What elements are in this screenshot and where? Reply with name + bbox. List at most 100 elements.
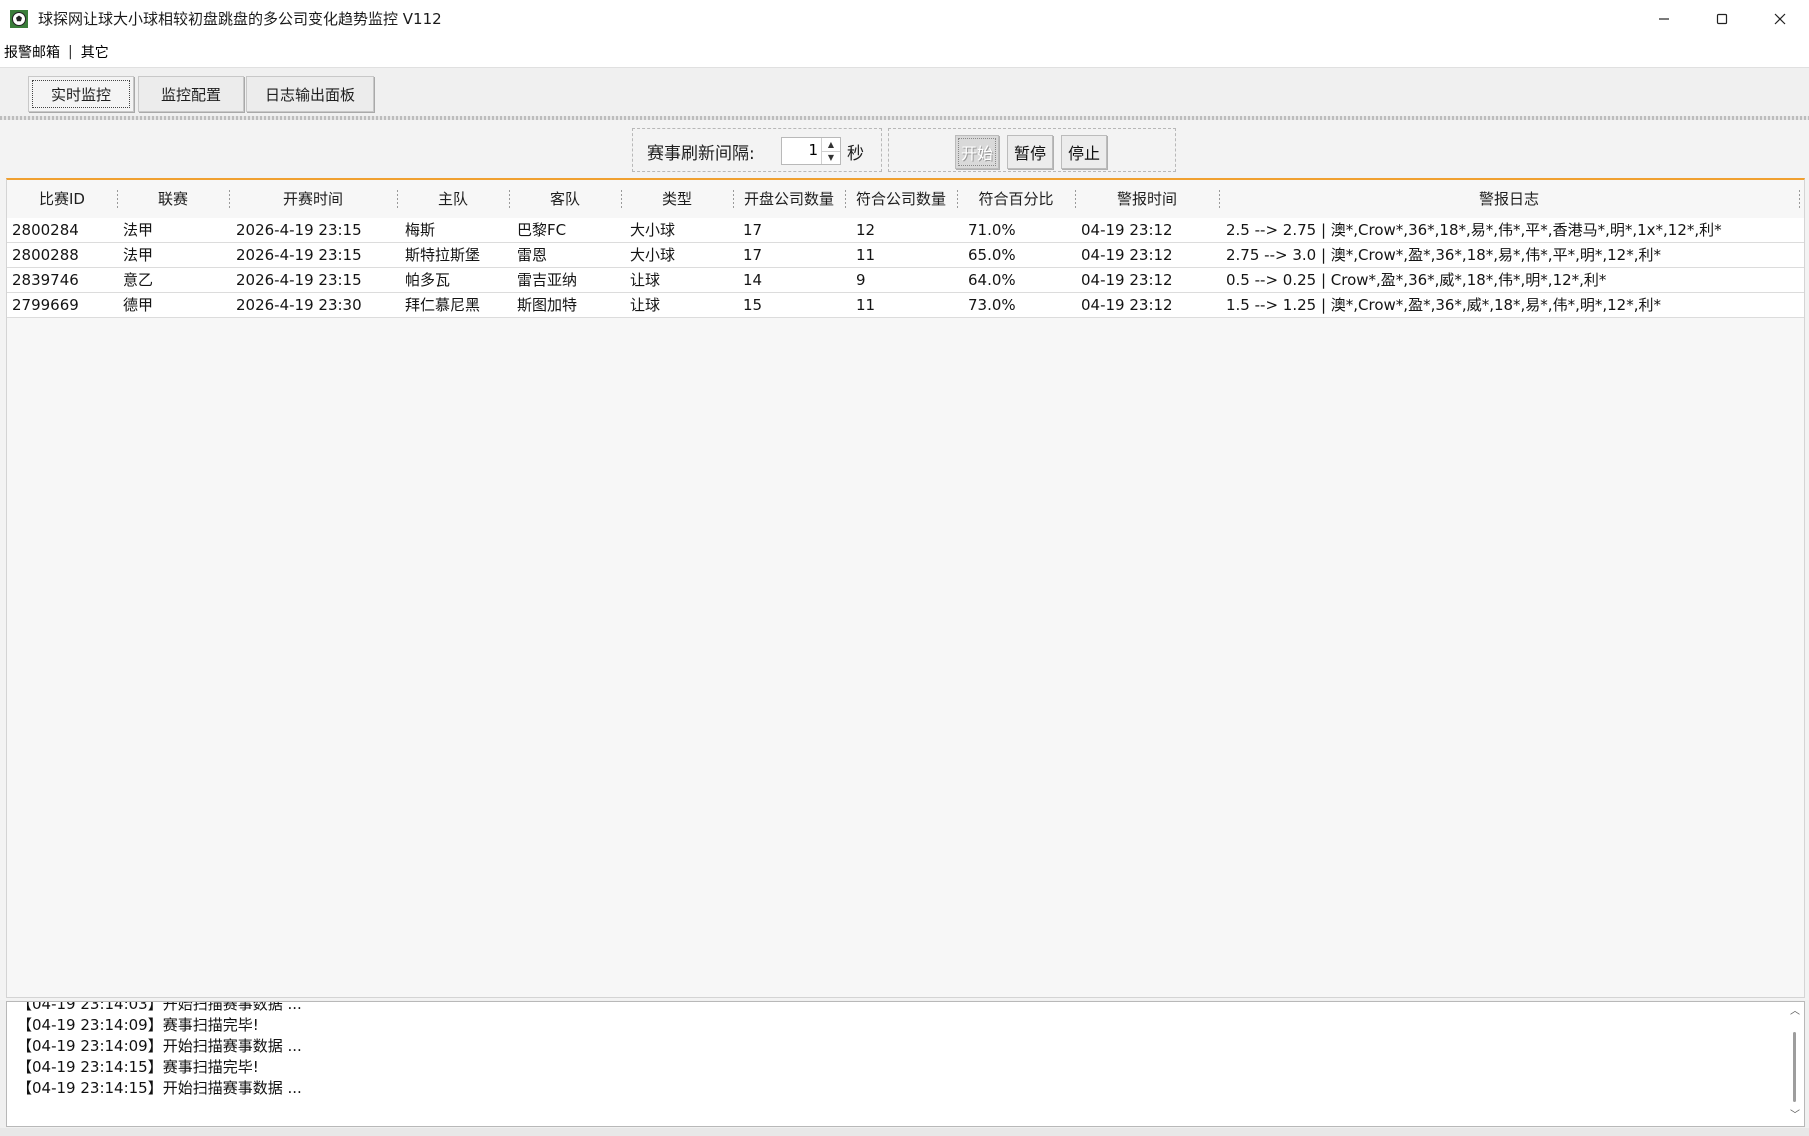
cell-kickoff-time: 2026-4-19 23:15: [236, 271, 362, 289]
cell-alert-time: 04-19 23:12: [1081, 296, 1173, 314]
pause-button[interactable]: 暂停: [1007, 135, 1053, 169]
col-header-type[interactable]: 类型: [621, 180, 733, 218]
close-icon: [1774, 13, 1786, 24]
refresh-interval-value[interactable]: 1: [808, 141, 818, 159]
pause-button-label: 暂停: [1013, 144, 1046, 163]
col-header-matched-companies[interactable]: 符合公司数量: [845, 180, 957, 218]
tab-log-panel[interactable]: 日志输出面板: [246, 76, 374, 112]
tab-label: 监控配置: [160, 85, 221, 104]
cell-type: 让球: [630, 296, 661, 314]
menu-bar: 报警邮箱 | 其它: [0, 37, 1809, 68]
scroll-down-icon[interactable]: ﹀: [1789, 1110, 1801, 1122]
cell-open-companies: 14: [743, 271, 763, 289]
cell-match-percent: 64.0%: [968, 271, 1016, 289]
refresh-unit-label: 秒: [847, 144, 864, 164]
menu-separator: |: [68, 44, 73, 60]
menu-other[interactable]: 其它: [77, 42, 113, 62]
maximize-button[interactable]: [1693, 0, 1751, 37]
cell-match-id: 2800284: [12, 221, 79, 239]
tab-realtime-monitor[interactable]: 实时监控: [28, 76, 134, 112]
window-bottom-edge: [0, 1128, 1809, 1136]
cell-alert-time: 04-19 23:12: [1081, 221, 1173, 239]
stepper-arrows: ▲ ▼: [821, 138, 840, 164]
column-divider: [1799, 190, 1800, 210]
cell-open-companies: 17: [743, 221, 763, 239]
cell-home-team: 斯特拉斯堡: [405, 246, 481, 264]
chevron-up-icon[interactable]: ▲: [822, 138, 840, 152]
cell-open-companies: 17: [743, 246, 763, 264]
cell-matched-companies: 9: [856, 271, 866, 289]
col-header-alert-time[interactable]: 警报时间: [1075, 180, 1219, 218]
stop-button-label: 停止: [1067, 144, 1100, 163]
col-header-alert-log[interactable]: 警报日志: [1219, 180, 1799, 218]
stop-button[interactable]: 停止: [1061, 135, 1107, 169]
cell-alert-log: 0.5 --> 0.25 | Crow*,盈*,36*,威*,18*,伟*,明*…: [1226, 271, 1607, 289]
tab-label: 日志输出面板: [264, 85, 355, 104]
scroll-thumb[interactable]: [1793, 1032, 1796, 1102]
log-line: 【04-19 23:14:15】开始扫描赛事数据 ...: [17, 1079, 302, 1097]
cell-league: 法甲: [123, 246, 154, 264]
log-line: 【04-19 23:14:09】赛事扫描完毕!: [17, 1016, 259, 1034]
minimize-icon: [1659, 17, 1669, 20]
cell-matched-companies: 11: [856, 246, 876, 264]
cell-alert-time: 04-19 23:12: [1081, 246, 1173, 264]
soccer-ball-icon: [10, 9, 28, 28]
maximize-icon: [1716, 13, 1728, 24]
cell-type: 大小球: [630, 246, 676, 264]
cell-match-id: 2800288: [12, 246, 79, 264]
cell-matched-companies: 12: [856, 221, 876, 239]
cell-league: 德甲: [123, 296, 154, 314]
col-header-league[interactable]: 联赛: [117, 180, 229, 218]
close-button[interactable]: [1751, 0, 1809, 37]
cell-alert-log: 2.5 --> 2.75 | 澳*,Crow*,36*,18*,易*,伟*,平*…: [1226, 221, 1722, 239]
cell-away-team: 斯图加特: [517, 296, 578, 314]
col-header-match-percent[interactable]: 符合百分比: [957, 180, 1075, 218]
col-header-away-team[interactable]: 客队: [509, 180, 621, 218]
minimize-button[interactable]: [1635, 0, 1693, 37]
chevron-down-icon[interactable]: ▼: [822, 151, 840, 164]
col-header-home-team[interactable]: 主队: [397, 180, 509, 218]
cell-home-team: 帕多瓦: [405, 271, 451, 289]
cell-match-percent: 71.0%: [968, 221, 1016, 239]
table-row[interactable]: 2800288 法甲 2026-4-19 23:15 斯特拉斯堡 雷恩 大小球 …: [7, 243, 1804, 268]
action-buttons-group: 开始 暂停 停止: [888, 128, 1176, 172]
refresh-interval-label: 赛事刷新间隔:: [647, 144, 755, 164]
window-title: 球探网让球大小球相较初盘跳盘的多公司变化趋势监控 V112: [38, 10, 442, 28]
menu-alert-email[interactable]: 报警邮箱: [0, 42, 64, 62]
col-header-open-companies[interactable]: 开盘公司数量: [733, 180, 845, 218]
tab-monitor-config[interactable]: 监控配置: [138, 76, 244, 112]
cell-away-team: 巴黎FC: [517, 221, 567, 239]
start-button[interactable]: 开始: [955, 135, 999, 169]
cell-league: 意乙: [123, 271, 154, 289]
log-line-partial: 【04-19 23:14:03】开始扫描赛事数据 ...: [17, 1001, 302, 1013]
log-line: 【04-19 23:14:15】赛事扫描完毕!: [17, 1058, 259, 1076]
focus-ring: [32, 80, 130, 108]
cell-away-team: 雷恩: [517, 246, 548, 264]
cell-alert-log: 1.5 --> 1.25 | 澳*,Crow*,盈*,36*,威*,18*,易*…: [1226, 296, 1661, 314]
alert-table[interactable]: 比赛ID 联赛 开赛时间 主队 客队 类型 开盘公司数量 符合公司数量 符合百分…: [6, 178, 1805, 998]
cell-match-id: 2839746: [12, 271, 79, 289]
scroll-up-icon[interactable]: ︿: [1789, 1006, 1801, 1018]
focus-ring: [958, 138, 996, 166]
cell-matched-companies: 11: [856, 296, 876, 314]
cell-away-team: 雷吉亚纳: [517, 271, 578, 289]
refresh-interval-stepper[interactable]: 1 ▲ ▼: [781, 137, 841, 165]
cell-match-percent: 65.0%: [968, 246, 1016, 264]
cell-match-id: 2799669: [12, 296, 79, 314]
cell-league: 法甲: [123, 221, 154, 239]
table-header: 比赛ID 联赛 开赛时间 主队 客队 类型 开盘公司数量 符合公司数量 符合百分…: [7, 180, 1804, 219]
col-header-match-id[interactable]: 比赛ID: [7, 180, 117, 218]
cell-type: 让球: [630, 271, 661, 289]
refresh-interval-group: 赛事刷新间隔: 1 ▲ ▼ 秒: [632, 128, 882, 172]
cell-alert-log: 2.75 --> 3.0 | 澳*,Crow*,盈*,36*,18*,易*,伟*…: [1226, 246, 1661, 264]
log-output[interactable]: 【04-19 23:14:03】开始扫描赛事数据 ... 【04-19 23:1…: [6, 1001, 1805, 1127]
title-bar: 球探网让球大小球相较初盘跳盘的多公司变化趋势监控 V112: [0, 0, 1809, 37]
table-row[interactable]: 2799669 德甲 2026-4-19 23:30 拜仁慕尼黑 斯图加特 让球…: [7, 293, 1804, 318]
log-scrollbar[interactable]: ︿ ﹀: [1786, 1002, 1804, 1126]
table-row[interactable]: 2839746 意乙 2026-4-19 23:15 帕多瓦 雷吉亚纳 让球 1…: [7, 268, 1804, 293]
cell-match-percent: 73.0%: [968, 296, 1016, 314]
cell-kickoff-time: 2026-4-19 23:30: [236, 296, 362, 314]
col-header-kickoff-time[interactable]: 开赛时间: [229, 180, 397, 218]
table-row[interactable]: 2800284 法甲 2026-4-19 23:15 梅斯 巴黎FC 大小球 1…: [7, 218, 1804, 243]
cell-kickoff-time: 2026-4-19 23:15: [236, 221, 362, 239]
